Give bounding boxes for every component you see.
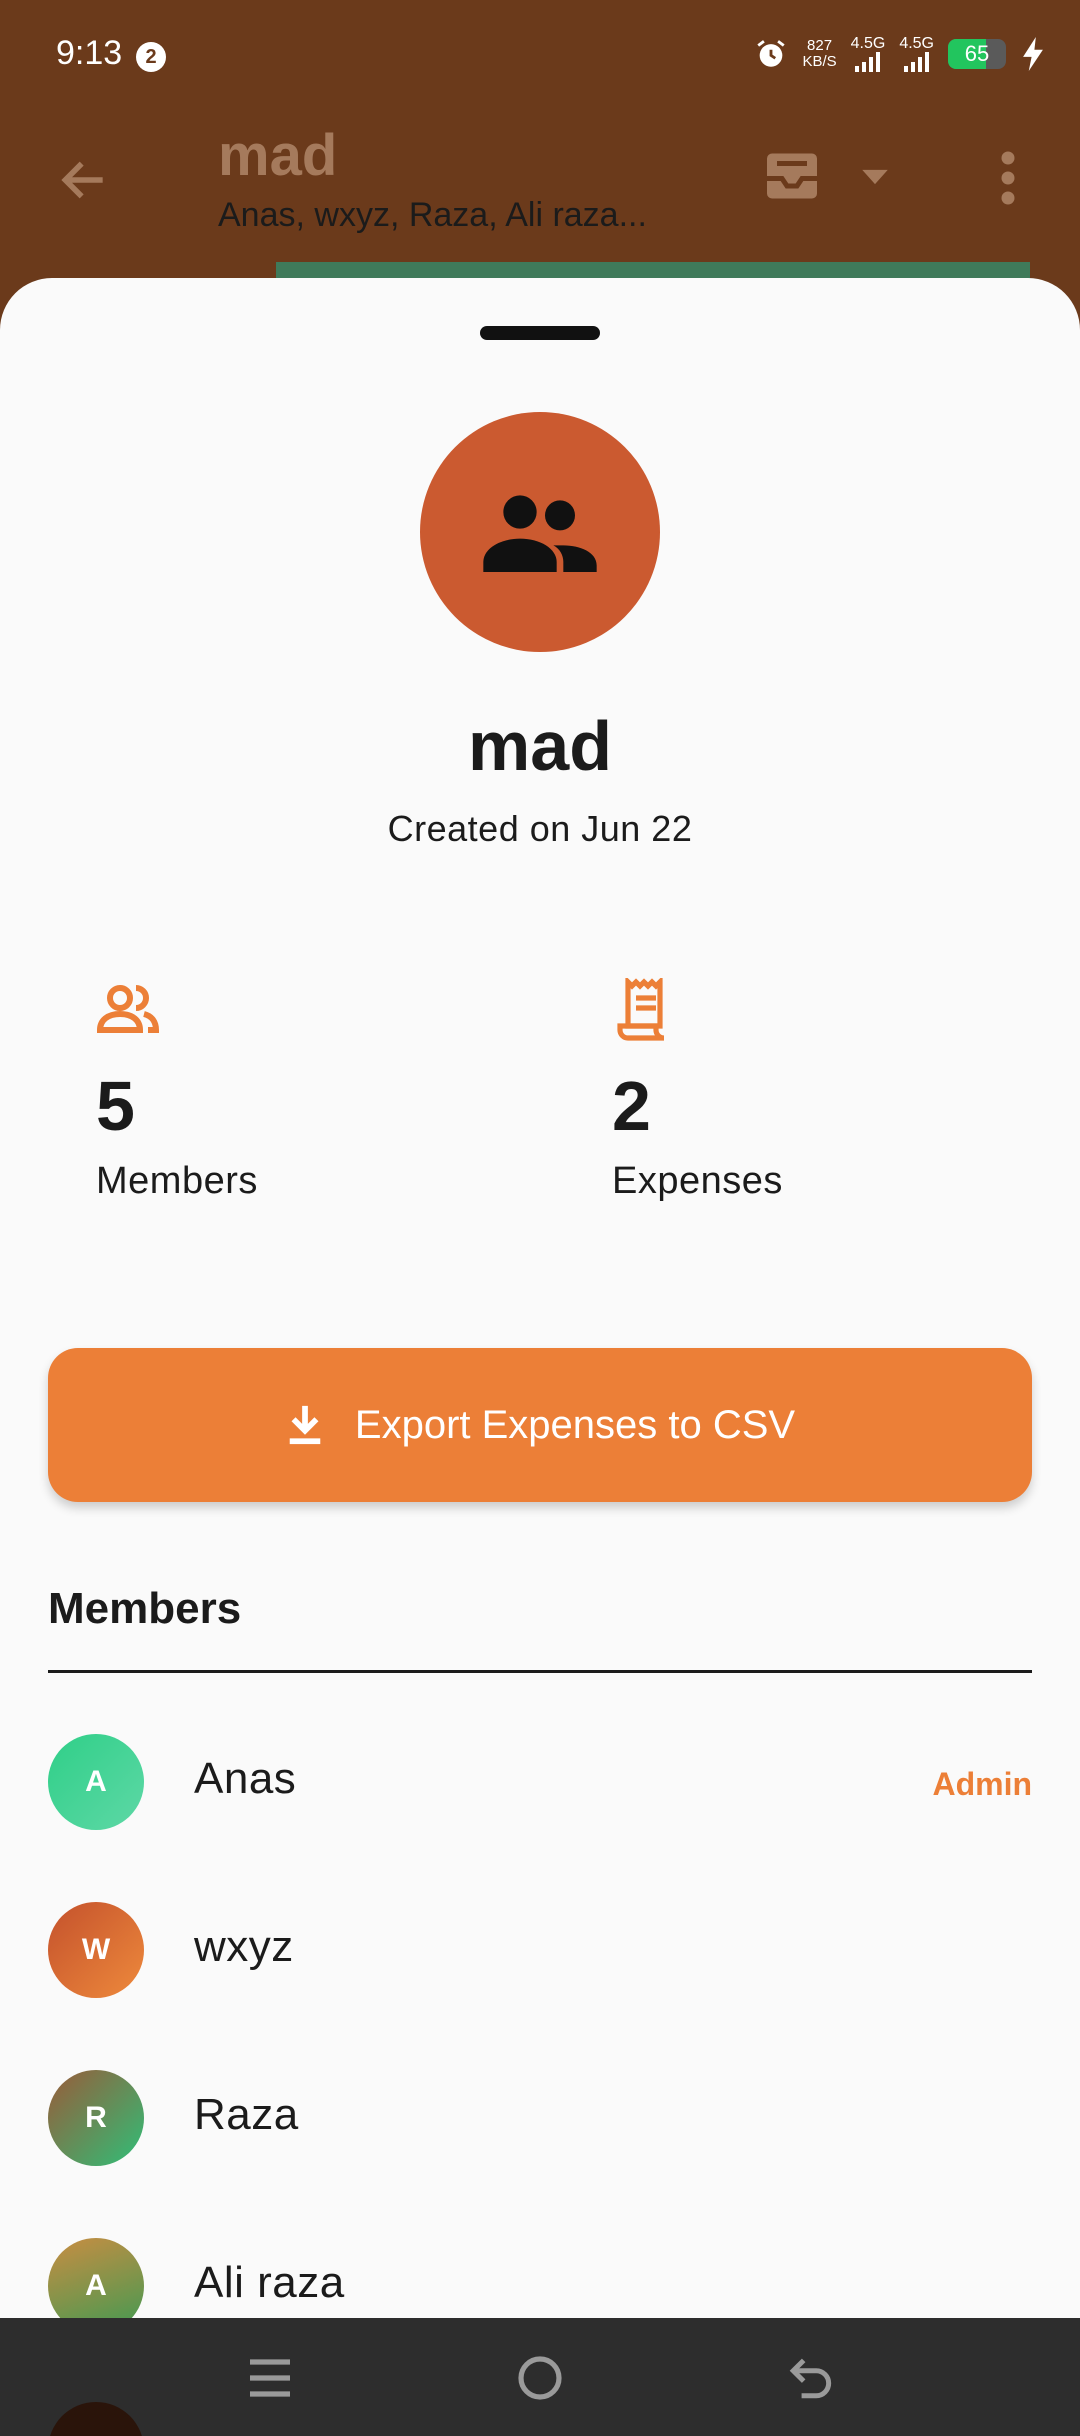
member-row[interactable]: A Anas Admin — [48, 1734, 1032, 1834]
drag-handle[interactable] — [480, 326, 600, 340]
status-time: 9:13 — [56, 34, 123, 72]
export-csv-label: Export Expenses to CSV — [354, 1402, 796, 1447]
members-section-title: Members — [48, 1584, 242, 1633]
people-outline-icon — [96, 985, 160, 1033]
member-name: wxyz — [194, 1922, 294, 1971]
sim1-signal: 4.5G — [850, 35, 886, 72]
download-icon — [289, 1405, 321, 1445]
chevron-down-icon[interactable] — [858, 162, 892, 192]
group-name: mad — [468, 707, 612, 785]
group-info-sheet: mad Created on Jun 22 5 Members 2 Expens… — [0, 278, 1080, 2318]
network-speed-value: 827 — [807, 37, 833, 54]
app-bar: mad Anas, wxyz, Raza, Ali raza... — [0, 112, 1080, 262]
back-arrow-icon[interactable] — [56, 152, 112, 208]
battery-percent: 65 — [964, 41, 990, 66]
expenses-count-label: Expenses — [612, 1160, 783, 1202]
expenses-stat: 2 Expenses — [612, 978, 783, 1203]
app-bar-subtitle: Anas, wxyz, Raza, Ali raza... — [218, 196, 647, 234]
sim2-signal: 4.5G — [899, 36, 934, 72]
member-name: Ali raza — [194, 2258, 345, 2307]
app-bar-title: mad — [218, 123, 338, 188]
receipt-icon — [617, 978, 665, 1041]
members-count: 5 — [96, 1067, 135, 1145]
alarm-icon — [757, 40, 786, 67]
member-avatar: A — [48, 1734, 144, 1830]
member-row[interactable]: W wxyz — [48, 1902, 1032, 2002]
notification-count-badge: 2 — [136, 42, 166, 72]
member-avatar: W — [48, 1902, 144, 1998]
network-speed: 827 KB/S — [802, 38, 836, 70]
recent-apps-icon[interactable] — [246, 2356, 294, 2400]
charging-bolt-icon — [1023, 37, 1043, 71]
created-on-date: Created on Jun 22 — [387, 808, 693, 849]
status-bar: 9:13 2 827 KB/S 4.5G 4.5G 65 — [0, 0, 1080, 112]
group-people-icon — [483, 495, 597, 572]
members-divider — [48, 1670, 1032, 1673]
signal-bars-icon — [904, 52, 930, 72]
export-csv-button[interactable]: Export Expenses to CSV — [48, 1348, 1032, 1502]
group-avatar — [420, 412, 660, 652]
sim1-network-type: 4.5G — [850, 35, 886, 52]
status-icons: 827 KB/S 4.5G 4.5G 65 — [754, 36, 1046, 72]
signal-bars-icon — [855, 52, 881, 72]
more-vert-icon[interactable] — [988, 148, 1028, 208]
member-avatar: A — [48, 2238, 144, 2318]
admin-badge: Admin — [932, 1766, 1032, 1802]
member-name: Raza — [194, 2090, 299, 2139]
home-circle-icon[interactable] — [516, 2354, 564, 2402]
system-nav-bar — [0, 2318, 1080, 2436]
member-row[interactable]: R Raza — [48, 2070, 1032, 2170]
expenses-count: 2 — [612, 1067, 651, 1145]
member-name: Anas — [194, 1754, 297, 1803]
members-count-label: Members — [96, 1160, 258, 1202]
system-back-icon[interactable] — [786, 2352, 838, 2402]
sim2-network-type: 4.5G — [899, 35, 934, 52]
member-row[interactable]: A Ali raza — [48, 2238, 1032, 2318]
inbox-icon[interactable] — [762, 146, 822, 206]
network-speed-unit: KB/S — [802, 53, 837, 70]
battery-indicator: 65 — [948, 39, 1006, 69]
member-avatar: R — [48, 2070, 144, 2166]
members-stat: 5 Members — [96, 978, 258, 1203]
